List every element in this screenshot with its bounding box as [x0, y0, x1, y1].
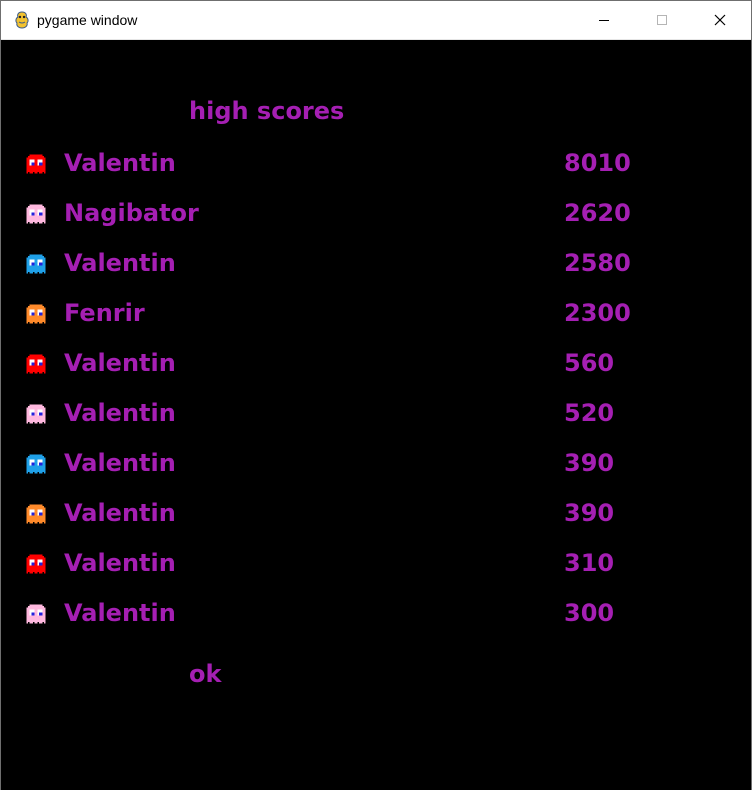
player-name: Valentin [64, 349, 176, 377]
player-name: Valentin [64, 549, 176, 577]
window-title: pygame window [37, 12, 138, 28]
player-name: Valentin [64, 149, 176, 177]
player-name: Valentin [64, 499, 176, 527]
pink-ghost-icon [26, 204, 46, 224]
score-row: Valentin 560 [1, 343, 751, 383]
score-row: Valentin 2580 [1, 243, 751, 283]
score-row: Nagibator 2620 [1, 193, 751, 233]
score-row: Fenrir 2300 [1, 293, 751, 333]
close-icon [714, 14, 726, 26]
player-name: Nagibator [64, 199, 199, 227]
score-row: Valentin 520 [1, 393, 751, 433]
orange-ghost-icon [26, 304, 46, 324]
orange-ghost-icon [26, 504, 46, 524]
score-row: Valentin 390 [1, 443, 751, 483]
minimize-icon [599, 20, 609, 21]
player-score: 390 [564, 449, 615, 477]
title-bar[interactable]: pygame window [1, 1, 751, 40]
score-row: Valentin 390 [1, 493, 751, 533]
player-score: 310 [564, 549, 615, 577]
player-score: 8010 [564, 149, 631, 177]
player-score: 520 [564, 399, 615, 427]
player-score: 2580 [564, 249, 631, 277]
player-score: 560 [564, 349, 615, 377]
player-score: 2300 [564, 299, 631, 327]
pygame-snake-icon [15, 11, 29, 29]
score-row: Valentin 8010 [1, 143, 751, 183]
player-name: Valentin [64, 249, 176, 277]
maximize-icon [657, 15, 667, 25]
player-score: 2620 [564, 199, 631, 227]
cyan-ghost-icon [26, 454, 46, 474]
player-name: Valentin [64, 599, 176, 627]
player-name: Valentin [64, 449, 176, 477]
score-row: Valentin 310 [1, 543, 751, 583]
player-name: Fenrir [64, 299, 145, 327]
pink-ghost-icon [26, 404, 46, 424]
app-window: pygame window high scores Valentin 8010 Na… [0, 0, 752, 790]
player-name: Valentin [64, 399, 176, 427]
close-button[interactable] [697, 1, 743, 39]
red-ghost-icon [26, 154, 46, 174]
maximize-button[interactable] [639, 1, 685, 39]
minimize-button[interactable] [581, 1, 627, 39]
score-row: Valentin 300 [1, 593, 751, 633]
red-ghost-icon [26, 554, 46, 574]
pink-ghost-icon [26, 604, 46, 624]
player-score: 390 [564, 499, 615, 527]
ok-button[interactable]: ok [189, 660, 221, 688]
score-list: Valentin 8010 Nagibator 2620 Valentin 2580 Fen… [1, 40, 751, 790]
game-canvas[interactable]: high scores Valentin 8010 Nagibator 2620 Val… [1, 40, 751, 790]
cyan-ghost-icon [26, 254, 46, 274]
red-ghost-icon [26, 354, 46, 374]
player-score: 300 [564, 599, 615, 627]
